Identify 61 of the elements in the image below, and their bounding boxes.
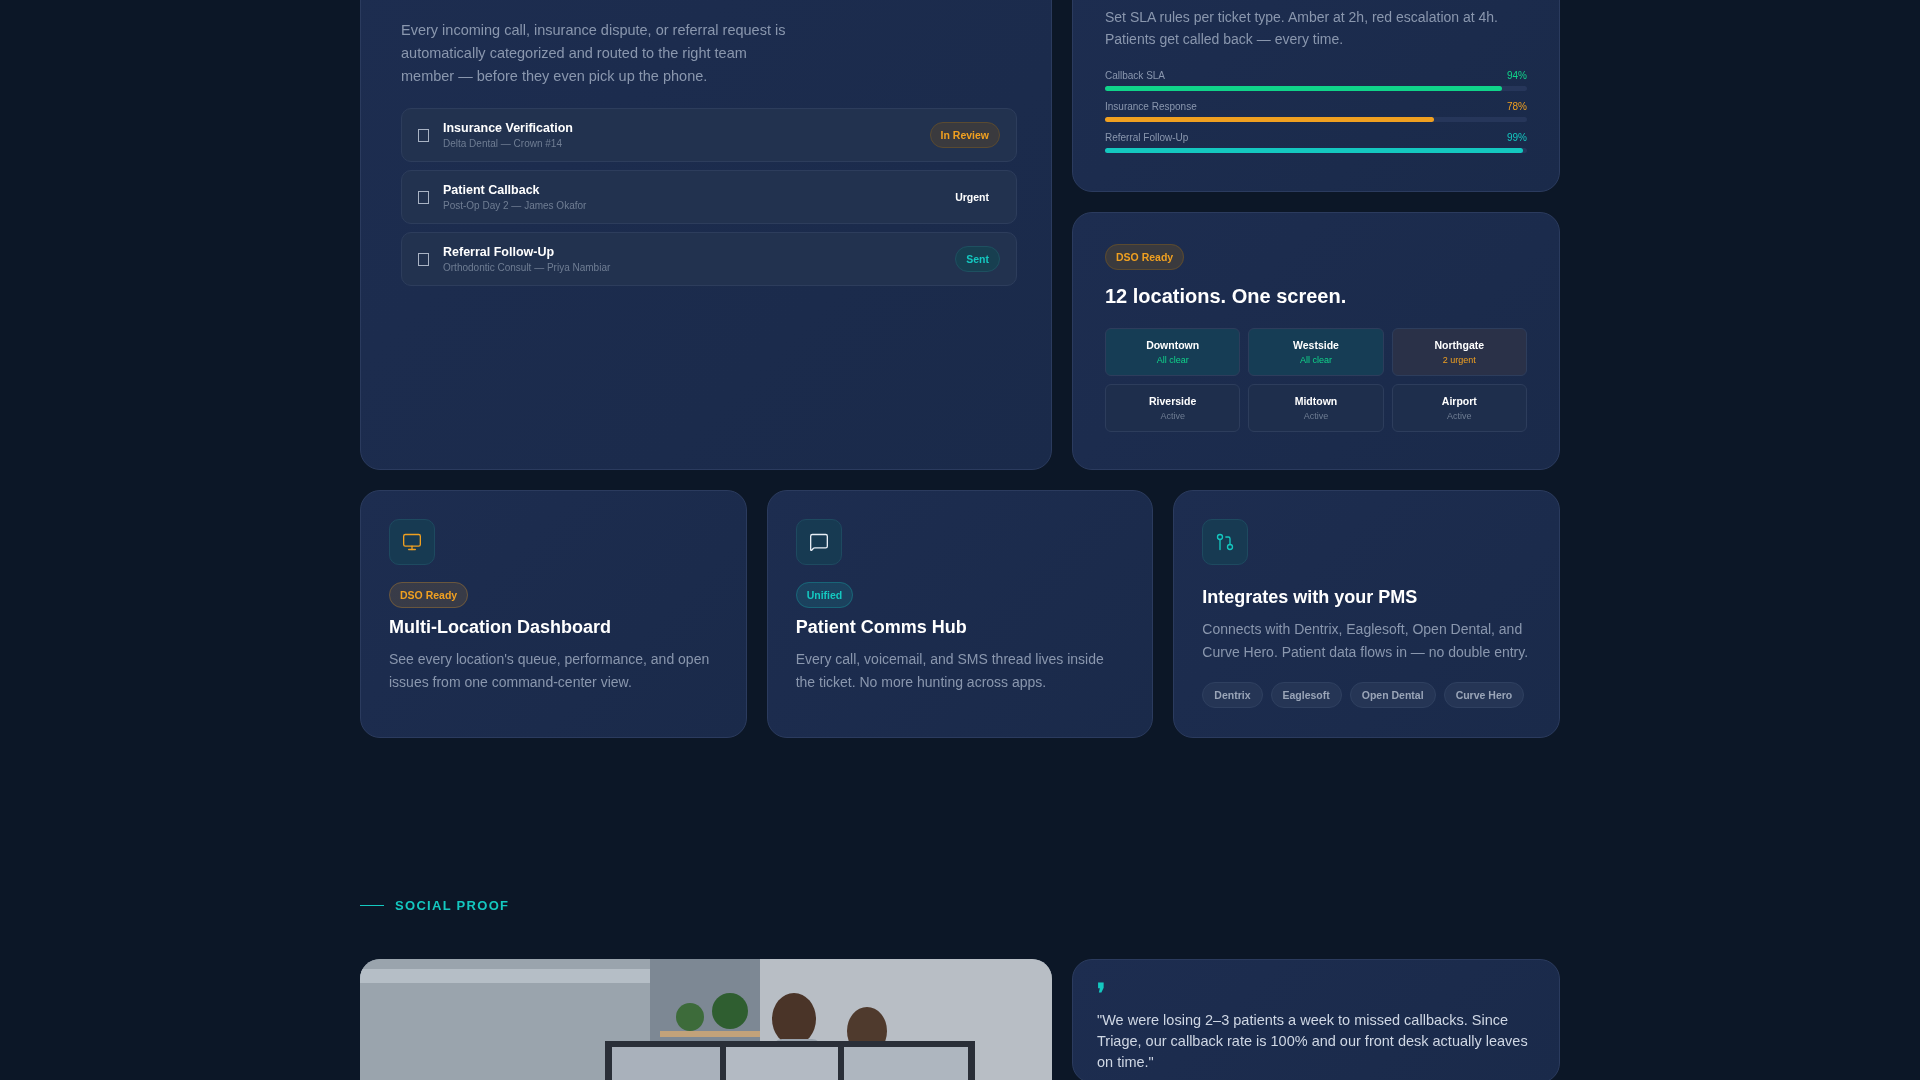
ticket-title: Insurance Verification (443, 121, 573, 135)
location-name: Midtown (1294, 395, 1338, 407)
feature-description: Every call, voicemail, and SMS thread lives inside the ticket. No more hunting across apps. (795, 650, 1105, 692)
pms-tag: Curve Hero (1443, 682, 1525, 708)
ticket-row[interactable]: Patient Callback Post-Op Day 2 — James Okafor Urgent (401, 170, 1017, 224)
pms-tag: Open Dental (1349, 682, 1436, 708)
ticket-row[interactable]: Referral Follow-Up Orthodontic Consult — Priya Nambiar Sent (401, 232, 1017, 286)
pms-tag: Dentrix (1202, 682, 1263, 708)
meter-reading: 78% (1507, 101, 1527, 112)
location-tile[interactable]: Airport Active (1391, 384, 1527, 432)
meter-reading: 99% (1507, 132, 1527, 143)
ticket-title: Referral Follow-Up (443, 245, 556, 259)
pms-tag: Eaglesoft (1270, 682, 1342, 708)
location-tile[interactable]: Midtown Active (1248, 384, 1384, 432)
feature-description: See every location's queue, performance, and open issues from one command-center view. (389, 650, 711, 692)
location-name: Westside (1293, 339, 1339, 351)
quote-mark: ❜ (1097, 982, 1106, 1004)
feature-title: Integrates with your PMS (1202, 587, 1419, 608)
location-name: Northgate (1434, 339, 1485, 351)
location-name: Airport (1441, 395, 1477, 407)
section-eyebrow: SOCIAL PROOF (395, 898, 510, 913)
meter-label: Insurance Response (1105, 101, 1197, 112)
feature-badge: DSO Ready (389, 582, 469, 608)
feature-badge: Unified (795, 582, 854, 608)
ticket-subtitle: Post-Op Day 2 — James Okafor (443, 200, 587, 211)
testimonial-quote: "We were losing 2–3 patients a week to missed callbacks. Since Triage, our callback rate is 100% and our front desk actually leaves on time." (1097, 1011, 1529, 1072)
location-status: All clear (1156, 355, 1189, 365)
meter-label: Callback SLA (1105, 70, 1166, 81)
ticket-checkbox[interactable] (418, 252, 429, 266)
ticket-subtitle: Delta Dental — Crown #14 (443, 138, 563, 149)
locations-title: 12 locations. One screen. (1105, 285, 1348, 308)
feature-title: Multi-Location Dashboard (389, 617, 612, 638)
monitor-icon (402, 532, 422, 552)
sla-description: Set SLA rules per ticket type. Amber at 2h, red escalation at 4h. Patients get called back — every time. (1105, 8, 1499, 49)
dso-ready-badge: DSO Ready (1105, 244, 1185, 270)
meter-label: Referral Follow-Up (1105, 132, 1189, 143)
location-tile[interactable]: Downtown All clear (1105, 328, 1241, 376)
meter-reading: 94% (1507, 70, 1527, 81)
location-tile[interactable]: Riverside Active (1105, 384, 1241, 432)
routing-description: Every incoming call, insurance dispute, or referral request is automatically categorized and routed to the right team member — before they even pick up the phone. (401, 21, 787, 86)
location-status: 2 urgent (1442, 355, 1476, 365)
ticket-checkbox[interactable] (418, 128, 429, 142)
location-status: All clear (1300, 355, 1332, 365)
chat-bubble-icon (808, 532, 829, 552)
ticket-title: Patient Callback (443, 183, 541, 197)
location-tile[interactable]: Westside All clear (1248, 328, 1384, 376)
location-status: Active (1447, 411, 1472, 421)
location-name: Downtown (1146, 339, 1200, 351)
location-status: Active (1303, 411, 1329, 421)
location-name: Riverside (1149, 395, 1197, 407)
location-status: Active (1160, 411, 1185, 421)
ticket-status-badge: In Review (929, 122, 1000, 148)
ticket-status-badge: Sent (955, 246, 1000, 272)
pull-request-icon (1215, 532, 1236, 552)
ticket-subtitle: Orthodontic Consult — Priya Nambiar (443, 262, 611, 273)
feature-description: Connects with Dentrix, Eaglesoft, Open Dental, and Curve Hero. Patient data flows in — no double entry. (1202, 620, 1530, 662)
feature-title: Patient Comms Hub (795, 617, 968, 638)
ticket-status-label: Urgent (954, 190, 990, 205)
ticket-checkbox[interactable] (418, 190, 429, 204)
ticket-row[interactable]: Insurance Verification Delta Dental — Crown #14 In Review (401, 108, 1017, 162)
location-tile[interactable]: Northgate 2 urgent (1391, 328, 1527, 376)
